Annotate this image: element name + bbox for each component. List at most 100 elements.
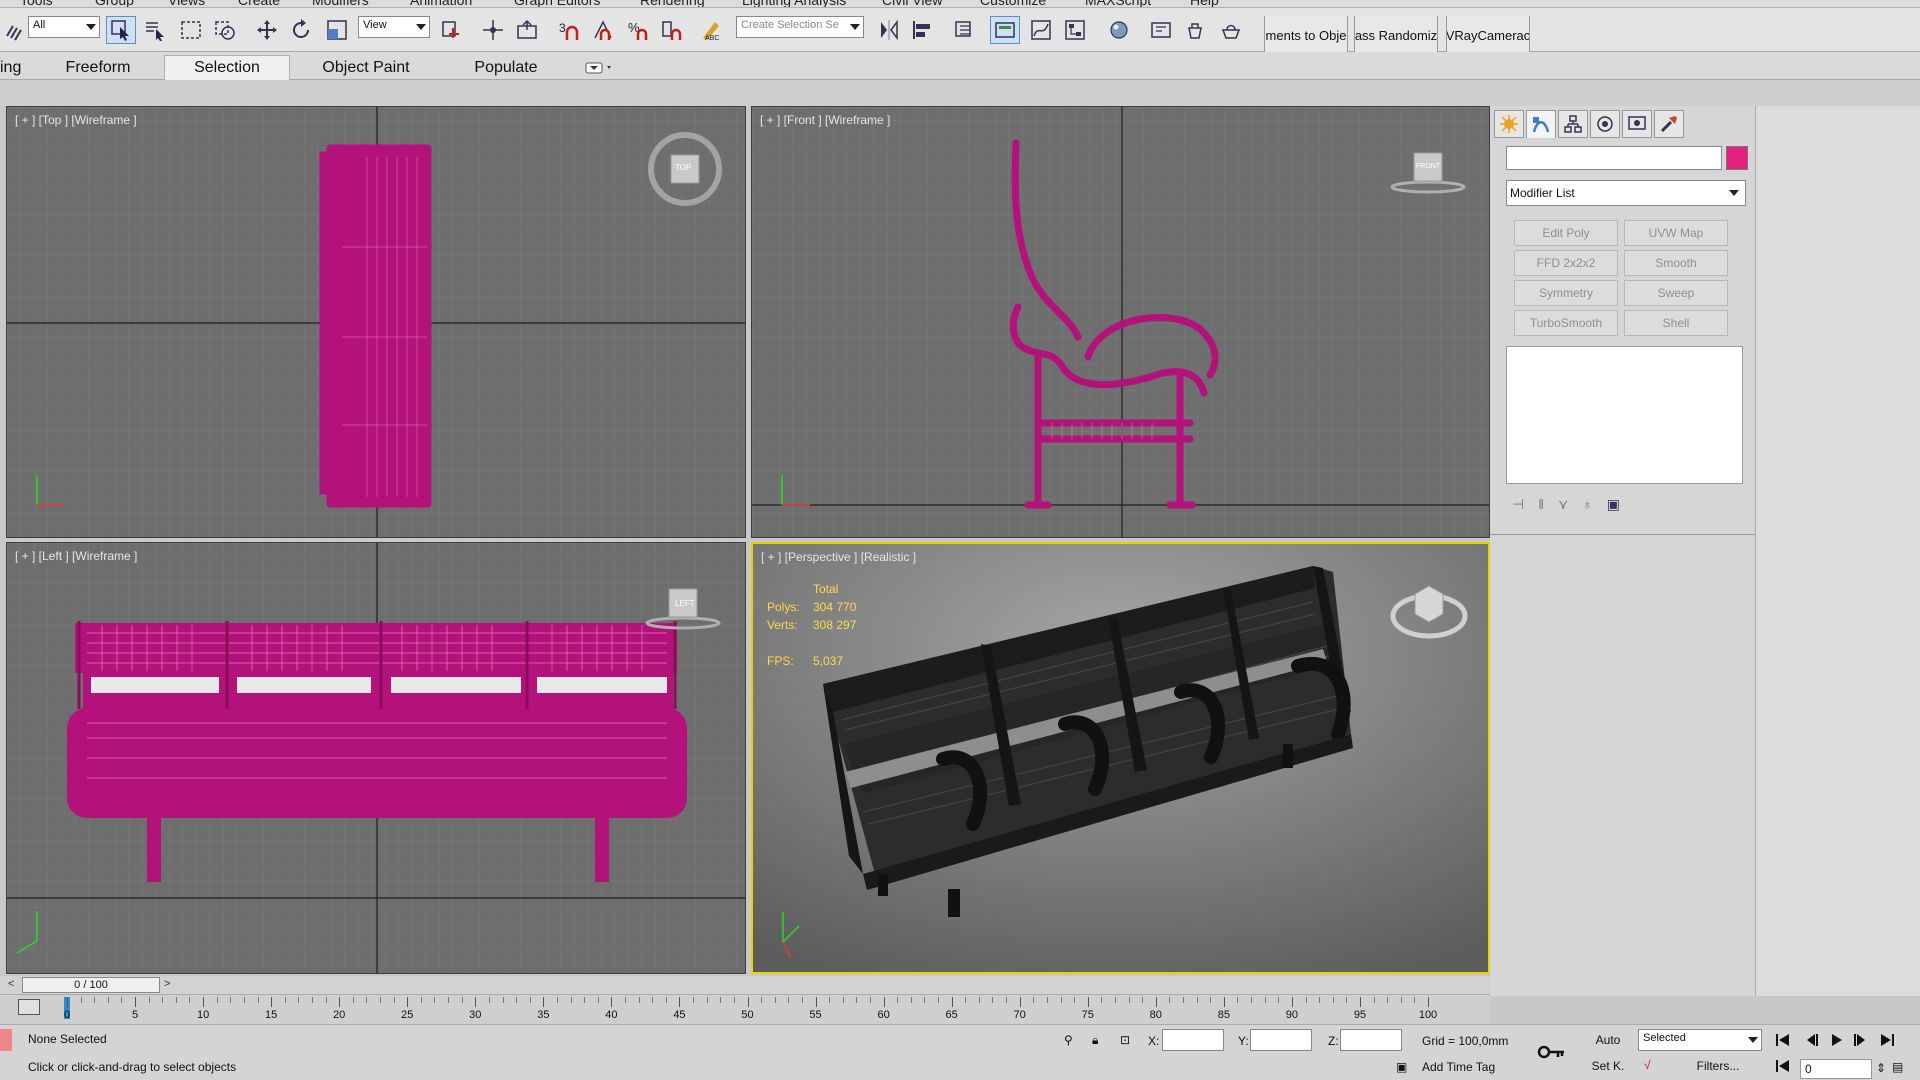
ribbon-options-dropdown-icon[interactable] — [580, 55, 620, 80]
modifier-button-turbosmooth[interactable]: TurboSmooth — [1514, 310, 1618, 336]
render-frame-window-icon[interactable] — [1180, 16, 1210, 44]
z-coord-input[interactable] — [1340, 1029, 1402, 1051]
viewport-left[interactable]: [ + ] [Left ] [Wireframe ] LEFT — [6, 542, 746, 974]
select-object-icon[interactable] — [106, 16, 136, 44]
reference-coordinate-select[interactable]: View — [358, 16, 430, 38]
script-button-elements-to-object[interactable]: ments to Obje — [1264, 16, 1348, 54]
viewport-top[interactable]: [ + ] [Top ] [Wireframe ] TOP — [6, 106, 746, 538]
menu-item-modifiers[interactable]: Modifiers — [312, 0, 369, 7]
selection-filter-select[interactable]: All — [28, 16, 100, 38]
spinner-snap-icon[interactable] — [658, 16, 688, 44]
schematic-view-icon[interactable] — [1060, 16, 1090, 44]
object-name-field[interactable] — [1506, 146, 1722, 170]
link-icon[interactable] — [0, 16, 30, 44]
menu-item-tools[interactable]: Tools — [20, 0, 53, 7]
layer-explorer-icon[interactable] — [990, 16, 1020, 44]
frame-spinner-icon[interactable]: ⇕ — [1876, 1061, 1886, 1075]
set-key-mode-icon[interactable] — [1536, 1037, 1568, 1067]
modifier-button-shell[interactable]: Shell — [1624, 310, 1728, 336]
viewport-label-perspective[interactable]: [ + ] [Perspective ] [Realistic ] — [761, 550, 916, 564]
modifier-button-symmetry[interactable]: Symmetry — [1514, 280, 1618, 306]
motion-tab-icon[interactable] — [1590, 110, 1620, 138]
percent-snap-icon[interactable]: % — [624, 16, 654, 44]
menu-item-lighting-analysis[interactable]: Lighting Analysis — [742, 0, 846, 7]
key-filter-select[interactable]: Selected — [1638, 1029, 1762, 1051]
absolute-mode-icon[interactable]: ⊡ — [1120, 1033, 1130, 1047]
x-coord-input[interactable] — [1162, 1029, 1224, 1051]
previous-frame-icon[interactable] — [1800, 1031, 1822, 1049]
render-setup-icon[interactable] — [1146, 16, 1176, 44]
object-color-swatch[interactable] — [1726, 146, 1748, 170]
modifier-button-ffd[interactable]: FFD 2x2x2 — [1514, 250, 1618, 276]
mirror-icon[interactable] — [874, 16, 904, 44]
create-tab-icon[interactable] — [1494, 110, 1524, 138]
mini-curve-editor-icon[interactable] — [18, 999, 40, 1015]
tab-populate[interactable]: Populate — [450, 55, 562, 80]
selection-lock-icon[interactable]: 🔒︎ — [1092, 1033, 1098, 1048]
modifier-button-smooth[interactable]: Smooth — [1624, 250, 1728, 276]
menu-item-graph-editors[interactable]: Graph Editors — [514, 0, 600, 7]
snaps-toggle-icon[interactable]: 3 — [554, 16, 584, 44]
material-editor-icon[interactable] — [1104, 16, 1134, 44]
viewport-label-top[interactable]: [ + ] [Top ] [Wireframe ] — [15, 113, 137, 127]
rotate-icon[interactable] — [286, 16, 316, 44]
time-slider-prev[interactable]: < — [8, 978, 14, 990]
show-end-result-icon[interactable]: ‖ — [1538, 496, 1544, 518]
menu-item-group[interactable]: Group — [95, 0, 134, 7]
configure-modifier-sets-icon[interactable]: ▣ — [1607, 496, 1620, 518]
auto-key-button[interactable]: Auto — [1584, 1029, 1632, 1051]
pin-stack-icon[interactable]: ⊣ — [1512, 496, 1524, 518]
modify-tab-icon[interactable] — [1526, 110, 1556, 138]
tab-freeform[interactable]: Freeform — [48, 55, 148, 80]
menu-item-rendering[interactable]: Rendering — [640, 0, 705, 7]
key-filters-button[interactable]: Filters... — [1676, 1055, 1760, 1077]
add-time-tag-label[interactable]: Add Time Tag — [1422, 1060, 1495, 1074]
window-crossing-icon[interactable] — [210, 16, 240, 44]
select-by-name-icon[interactable] — [140, 16, 170, 44]
viewport-perspective[interactable]: [ + ] [Perspective ] [Realistic ] Total … — [751, 542, 1490, 974]
current-frame-field[interactable]: 0 — [1800, 1059, 1872, 1079]
rectangular-selection-region-icon[interactable] — [176, 16, 206, 44]
keyboard-shortcut-override-icon[interactable] — [512, 16, 542, 44]
time-slider-next[interactable]: > — [164, 978, 170, 990]
tab-selection[interactable]: Selection — [164, 55, 290, 80]
key-mode-toggle-icon[interactable] — [1772, 1057, 1794, 1075]
maxscript-listener-mini[interactable] — [0, 1029, 12, 1051]
display-tab-icon[interactable] — [1622, 110, 1652, 138]
modifier-list-select[interactable]: Modifier List — [1506, 180, 1746, 206]
set-key-button[interactable]: Set K. — [1584, 1055, 1632, 1077]
modifier-button-sweep[interactable]: Sweep — [1624, 280, 1728, 306]
render-production-icon[interactable] — [1216, 16, 1246, 44]
menu-item-create[interactable]: Create — [238, 0, 280, 7]
menu-item-animation[interactable]: Animation — [410, 0, 472, 7]
y-coord-input[interactable] — [1250, 1029, 1312, 1051]
scale-icon[interactable] — [322, 16, 352, 44]
viewport-label-front[interactable]: [ + ] [Front ] [Wireframe ] — [760, 113, 890, 127]
next-frame-icon[interactable] — [1850, 1031, 1872, 1049]
curve-editor-icon[interactable] — [1026, 16, 1056, 44]
viewport-front[interactable]: [ + ] [Front ] [Wireframe ] FRONT — [751, 106, 1490, 538]
select-and-manipulate-icon[interactable] — [478, 16, 508, 44]
modifier-button-uvw-map[interactable]: UVW Map — [1624, 220, 1728, 246]
time-configuration-icon[interactable]: ▤ — [1892, 1060, 1903, 1074]
menu-item-customize[interactable]: Customize — [980, 0, 1046, 7]
scene-explorer-icon[interactable] — [950, 16, 980, 44]
menu-item-civil-view[interactable]: Civil View — [882, 0, 942, 7]
isolate-selection-icon[interactable]: ⚲ — [1064, 1033, 1073, 1047]
make-unique-icon[interactable]: ⋎ — [1558, 496, 1568, 518]
tab-modeling[interactable]: ing — [0, 55, 40, 80]
time-tag-icon[interactable]: ▣ — [1396, 1060, 1407, 1074]
menu-item-views[interactable]: Views — [168, 0, 205, 7]
align-icon[interactable] — [908, 16, 938, 44]
angle-snap-icon[interactable] — [588, 16, 618, 44]
pivot-center-icon[interactable] — [436, 16, 466, 44]
remove-modifier-icon[interactable]: ♁ — [1582, 496, 1593, 518]
move-icon[interactable] — [252, 16, 282, 44]
script-button-vray-camera[interactable]: VRayCamerac — [1446, 16, 1530, 54]
hierarchy-tab-icon[interactable] — [1558, 110, 1588, 138]
menu-item-help[interactable]: Help — [1190, 0, 1219, 7]
utilities-tab-icon[interactable] — [1654, 110, 1684, 138]
tab-object-paint[interactable]: Object Paint — [306, 55, 426, 80]
edit-named-selection-icon[interactable]: ABC — [696, 16, 726, 44]
script-button-glass-randomizer[interactable]: ass Randomiz — [1354, 16, 1438, 54]
